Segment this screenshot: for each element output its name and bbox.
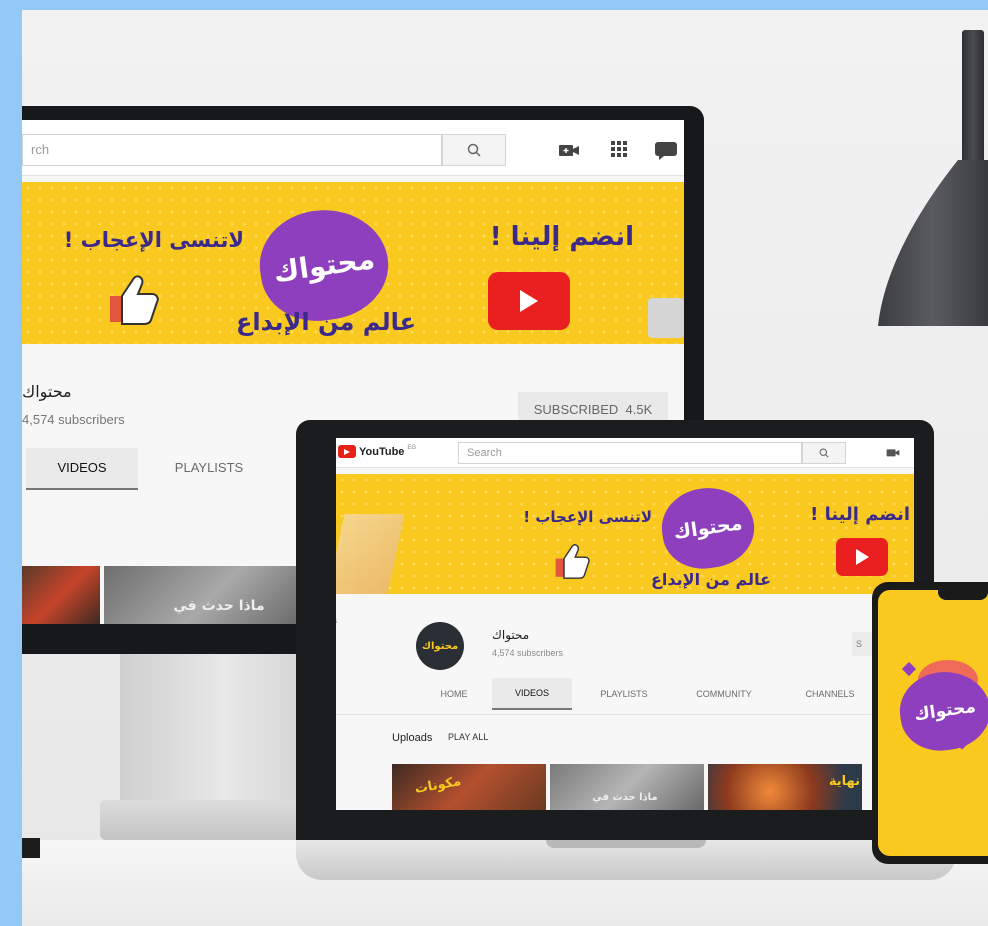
keyboard-edge	[22, 838, 40, 858]
search-icon	[819, 448, 829, 458]
thumb-caption: نهاية	[828, 774, 860, 789]
video-camera-icon[interactable]	[558, 142, 580, 158]
monitor-tab-videos[interactable]: VIDEOS	[26, 448, 138, 490]
laptop-tab-playlists[interactable]: PLAYLISTS	[586, 678, 662, 710]
phone-decoration	[901, 661, 917, 677]
laptop-video-thumb[interactable]: مكونات	[392, 764, 546, 810]
laptop-channel-name: محتواك	[492, 628, 530, 642]
youtube-play-icon	[338, 445, 356, 458]
laptop-video-thumb[interactable]: ماذا حدث في	[550, 764, 704, 810]
youtube-logo[interactable]: YouTube EG	[338, 445, 416, 458]
banner-play-button	[836, 538, 888, 576]
monitor-video-thumb[interactable]	[22, 566, 100, 624]
banner-slogan: عالم من الإبداع	[651, 570, 771, 589]
monitor-subscriber-count: 4,574 subscribers	[22, 412, 125, 427]
uploads-heading: Uploads	[392, 732, 433, 744]
banner-play-button	[488, 272, 570, 330]
phone-screen: محتواك	[878, 590, 988, 856]
laptop-search-button[interactable]	[802, 442, 846, 464]
monitor-tab-playlists[interactable]: PLAYLISTS	[154, 448, 264, 490]
monitor-top-bar: rch	[22, 120, 684, 176]
laptop-subscriber-count: 4,574 subscribers	[492, 648, 564, 658]
play-icon	[520, 290, 538, 312]
laptop-screen: YouTube EG Search انضم إلينا ! محتواك لا…	[336, 438, 914, 810]
lamp-rod	[962, 30, 984, 180]
laptop-notch	[546, 840, 706, 848]
monitor-video-thumb[interactable]: ماذا حدث في	[104, 566, 324, 624]
thumb-caption: ماذا حدث في	[173, 598, 265, 614]
banner-like-text: لاتنسى الإعجاب !	[523, 508, 652, 526]
side-label: ions	[336, 618, 337, 625]
banner-join-text: انضم إلينا !	[489, 222, 634, 252]
frame-border-top	[0, 0, 988, 10]
laptop-tab-home[interactable]: HOME	[424, 678, 484, 710]
laptop-tab-videos[interactable]: VIDEOS	[492, 678, 572, 710]
frame-border-left	[0, 0, 22, 926]
channel-avatar[interactable]: محتواك	[416, 622, 464, 670]
laptop-top-bar: YouTube EG Search	[336, 438, 914, 468]
banner-join-text: انضم إلينا !	[810, 504, 910, 525]
monitor-search-button[interactable]	[442, 134, 506, 166]
play-all-link[interactable]: PLAY ALL	[448, 732, 488, 742]
laptop-tab-community[interactable]: COMMUNITY	[676, 678, 772, 710]
search-icon	[467, 143, 481, 157]
video-camera-icon[interactable]	[886, 447, 900, 458]
laptop-tab-channels[interactable]: CHANNELS	[792, 678, 868, 710]
youtube-wordmark: YouTube	[359, 445, 405, 458]
monitor-channel-banner: انضم إلينا ! محتواك لاتنسى الإعجاب ! عال…	[22, 182, 684, 344]
thumb-caption: مكونات	[413, 774, 463, 797]
apps-grid-icon[interactable]	[610, 140, 628, 158]
tabs-divider	[336, 714, 914, 715]
laptop-channel-banner: انضم إلينا ! محتواك لاتنسى الإعجاب ! عال…	[336, 474, 914, 594]
lamp-shade	[878, 160, 988, 326]
phone-notch	[938, 590, 988, 600]
thumb-caption: ماذا حدث في	[592, 792, 658, 803]
monitor-search-input[interactable]: rch	[22, 134, 442, 166]
thumbs-up-icon	[555, 544, 590, 579]
banner-social-link[interactable]	[648, 298, 684, 338]
banner-slogan: عالم من الإبداع	[236, 308, 416, 336]
play-icon	[855, 549, 869, 565]
thumbs-up-icon	[110, 275, 159, 325]
laptop-video-thumb[interactable]: نهاية	[708, 764, 862, 810]
youtube-region: EG	[407, 445, 417, 451]
laptop-search-input[interactable]: Search	[458, 442, 802, 464]
monitor-channel-name: محتواك	[22, 382, 72, 401]
chat-icon[interactable]	[654, 140, 678, 160]
banner-like-text: لاتنسى الإعجاب !	[63, 228, 244, 252]
